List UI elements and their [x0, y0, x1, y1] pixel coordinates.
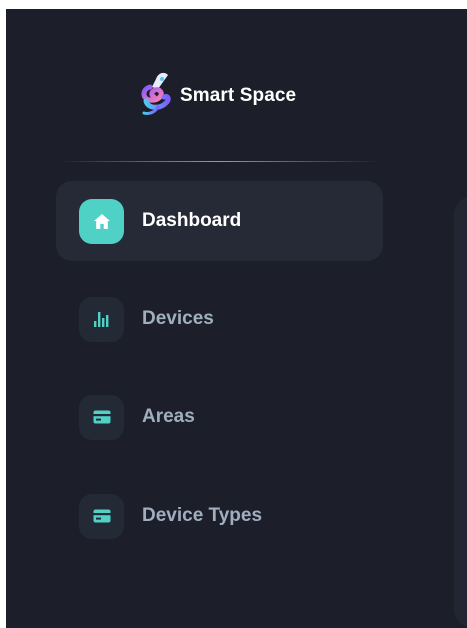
rocket-swirl-icon	[141, 72, 171, 115]
credit-card-icon	[79, 394, 124, 440]
brand-logo[interactable]: Smart Space	[138, 67, 296, 119]
main-content-card	[455, 197, 467, 627]
sidebar-item-label: Devices	[142, 308, 214, 329]
home-icon	[79, 198, 124, 244]
sidebar-item-device-types[interactable]: Device Types	[56, 476, 383, 556]
app-window: Smart Space Dashboard Devices Areas Devi…	[6, 9, 467, 628]
credit-card-icon	[79, 493, 124, 539]
brand-title: Smart Space	[180, 85, 297, 106]
sidebar-item-label: Dashboard	[142, 210, 242, 231]
sidebar-divider	[58, 161, 380, 162]
sidebar-item-dashboard[interactable]: Dashboard	[56, 181, 383, 261]
sidebar-item-label: Device Types	[142, 505, 263, 526]
sidebar-item-label: Areas	[142, 406, 195, 427]
sidebar-item-devices[interactable]: Devices	[56, 279, 383, 359]
bar-chart-icon	[79, 296, 124, 342]
sidebar-item-areas[interactable]: Areas	[56, 377, 383, 457]
